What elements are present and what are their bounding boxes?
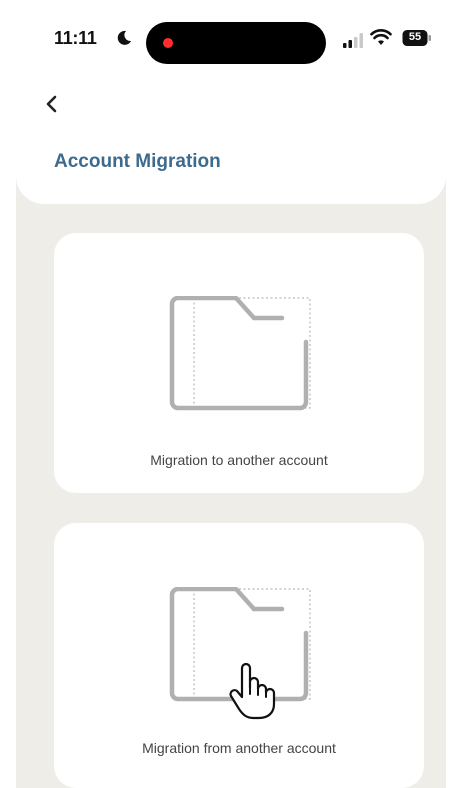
status-time: 11:11 xyxy=(54,28,97,48)
card-label: Migration from another account xyxy=(142,740,336,756)
app-screen: 11:11 55 Account Migration Migration to … xyxy=(16,0,446,788)
moon-icon xyxy=(117,30,131,45)
dynamic-island xyxy=(146,22,326,64)
battery-level: 55 xyxy=(408,31,422,43)
card-label: Migration to another account xyxy=(150,452,328,468)
migrate-to-account-card[interactable]: Migration to another account xyxy=(54,233,424,493)
status-bar: 11:11 55 xyxy=(16,0,446,80)
back-button[interactable] xyxy=(40,90,64,118)
hand-cursor-icon xyxy=(229,662,276,720)
migrate-from-account-card[interactable]: Migration from another account xyxy=(54,523,424,788)
signal-icon xyxy=(343,33,363,48)
wifi-icon xyxy=(370,29,392,45)
battery-icon: 55 xyxy=(402,29,432,47)
page-title: Account Migration xyxy=(54,151,221,172)
recording-dot-icon xyxy=(163,38,173,48)
folder-icon xyxy=(169,296,311,411)
header: 11:11 55 Account Migration xyxy=(16,0,446,204)
